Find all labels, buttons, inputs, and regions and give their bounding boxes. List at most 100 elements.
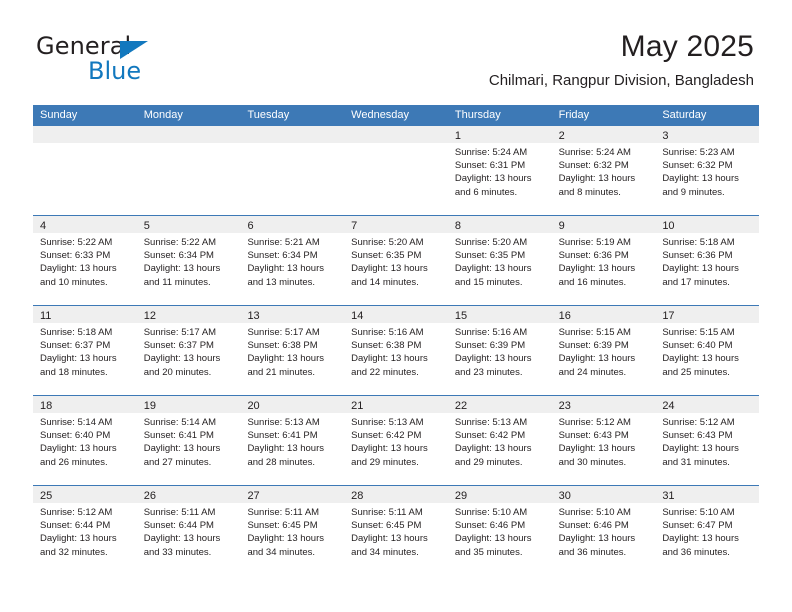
day-number-band: 27	[240, 486, 345, 503]
calendar-day-cell[interactable]: 3 Sunrise: 5:23 AM Sunset: 6:32 PM Daylight…	[655, 126, 760, 215]
day-number: 16	[558, 310, 571, 322]
sunrise-text: Sunrise: 5:12 AM	[40, 507, 113, 518]
sunset-text: Sunset: 6:45 PM	[351, 520, 422, 532]
calendar-day-cell[interactable]: 24 Sunrise: 5:12 AM Sunset: 6:43 PM Dayligh…	[655, 396, 760, 485]
day-sun-info: Sunrise: 5:10 AM Sunset: 6:46 PM Daylight:…	[552, 503, 656, 559]
daylight-text-line1: Daylight: 13 hours	[454, 533, 532, 545]
day-number: 8	[454, 220, 461, 232]
sunrise-text: Sunrise: 5:15 AM	[558, 327, 631, 338]
day-number-band: 2	[551, 126, 656, 143]
calendar-day-cell[interactable]: 27 Sunrise: 5:11 AM Sunset: 6:45 PM Dayligh…	[240, 486, 345, 575]
brand-logo[interactable]: General Blue	[36, 33, 266, 85]
sunrise-text: Sunrise: 5:24 AM	[454, 147, 528, 158]
calendar-day-cell[interactable]: 7 Sunrise: 5:20 AM Sunset: 6:35 PM Daylight…	[344, 216, 448, 305]
day-number-band: 8	[447, 216, 552, 233]
calendar-day-cell-empty	[240, 126, 345, 215]
daylight-text-line1: Daylight: 13 hours	[454, 263, 532, 275]
day-sun-info: Sunrise: 5:12 AM Sunset: 6:44 PM Daylight:…	[33, 503, 137, 559]
sunrise-text: Sunrise: 5:10 AM	[662, 507, 735, 518]
day-sun-info: Sunrise: 5:13 AM Sunset: 6:41 PM Daylight:…	[240, 413, 344, 469]
daylight-text-line2: and 15 minutes.	[454, 276, 523, 288]
sunset-text: Sunset: 6:42 PM	[454, 430, 526, 442]
day-number-band: 22	[447, 396, 552, 413]
calendar-day-cell[interactable]: 11 Sunrise: 5:18 AM Sunset: 6:37 PM Dayligh…	[33, 306, 137, 395]
daylight-text-line1: Daylight: 13 hours	[558, 443, 636, 455]
sunrise-text: Sunrise: 5:11 AM	[351, 507, 423, 518]
daylight-text-line1: Daylight: 13 hours	[558, 353, 636, 365]
calendar-day-cell[interactable]: 29 Sunrise: 5:10 AM Sunset: 6:46 PM Dayligh…	[447, 486, 552, 575]
day-number-band: 1	[447, 126, 552, 143]
calendar-day-cell[interactable]: 28 Sunrise: 5:11 AM Sunset: 6:45 PM Dayligh…	[344, 486, 448, 575]
daylight-text-line1: Daylight: 13 hours	[662, 533, 739, 545]
calendar-day-cell[interactable]: 18 Sunrise: 5:14 AM Sunset: 6:40 PM Dayligh…	[33, 396, 137, 485]
day-sun-info: Sunrise: 5:23 AM Sunset: 6:32 PM Daylight:…	[655, 143, 759, 199]
daylight-text-line2: and 16 minutes.	[558, 276, 627, 288]
day-number-band	[240, 126, 345, 143]
calendar-day-cell[interactable]: 10 Sunrise: 5:18 AM Sunset: 6:36 PM Dayligh…	[655, 216, 760, 305]
sunset-text: Sunset: 6:37 PM	[143, 340, 214, 352]
calendar-day-cell[interactable]: 25 Sunrise: 5:12 AM Sunset: 6:44 PM Dayligh…	[33, 486, 137, 575]
sunset-text: Sunset: 6:38 PM	[247, 340, 318, 352]
calendar-day-cell[interactable]: 30 Sunrise: 5:10 AM Sunset: 6:46 PM Dayligh…	[551, 486, 656, 575]
day-number-band: 25	[33, 486, 137, 503]
calendar-day-cell[interactable]: 15 Sunrise: 5:16 AM Sunset: 6:39 PM Dayligh…	[447, 306, 552, 395]
day-sun-info: Sunrise: 5:11 AM Sunset: 6:44 PM Daylight:…	[137, 503, 241, 559]
sunrise-text: Sunrise: 5:10 AM	[454, 507, 528, 518]
calendar-week-row: 25 Sunrise: 5:12 AM Sunset: 6:44 PM Dayligh…	[33, 485, 760, 575]
calendar-day-cell[interactable]: 13 Sunrise: 5:17 AM Sunset: 6:38 PM Dayligh…	[240, 306, 345, 395]
day-number-band: 15	[447, 306, 552, 323]
day-sun-info: Sunrise: 5:14 AM Sunset: 6:40 PM Daylight:…	[33, 413, 137, 469]
day-number: 22	[454, 400, 468, 412]
day-number: 18	[40, 400, 53, 412]
daylight-text-line2: and 21 minutes.	[247, 366, 316, 378]
day-number: 3	[662, 130, 669, 142]
calendar-weeks: 1 Sunrise: 5:24 AM Sunset: 6:31 PM Daylight…	[33, 126, 760, 575]
sunset-text: Sunset: 6:32 PM	[558, 160, 629, 172]
calendar-day-cell[interactable]: 23 Sunrise: 5:12 AM Sunset: 6:43 PM Dayligh…	[551, 396, 656, 485]
daylight-text-line2: and 25 minutes.	[662, 366, 730, 378]
calendar-day-cell[interactable]: 26 Sunrise: 5:11 AM Sunset: 6:44 PM Dayligh…	[136, 486, 241, 575]
day-number-band: 14	[344, 306, 448, 323]
day-number-band: 20	[240, 396, 345, 413]
day-sun-info: Sunrise: 5:24 AM Sunset: 6:31 PM Daylight:…	[448, 143, 552, 199]
calendar-day-cell[interactable]: 8 Sunrise: 5:20 AM Sunset: 6:35 PM Daylight…	[447, 216, 552, 305]
sunset-text: Sunset: 6:34 PM	[143, 250, 214, 262]
day-sun-info: Sunrise: 5:18 AM Sunset: 6:37 PM Daylight:…	[33, 323, 137, 379]
day-sun-info: Sunrise: 5:20 AM Sunset: 6:35 PM Daylight:…	[448, 233, 552, 289]
calendar-day-cell[interactable]: 4 Sunrise: 5:22 AM Sunset: 6:33 PM Daylight…	[33, 216, 137, 305]
sunset-text: Sunset: 6:37 PM	[40, 340, 111, 352]
calendar-day-cell[interactable]: 1 Sunrise: 5:24 AM Sunset: 6:31 PM Daylight…	[447, 126, 552, 215]
sunset-text: Sunset: 6:44 PM	[40, 520, 111, 532]
calendar-day-cell[interactable]: 5 Sunrise: 5:22 AM Sunset: 6:34 PM Daylight…	[136, 216, 241, 305]
calendar-day-cell[interactable]: 9 Sunrise: 5:19 AM Sunset: 6:36 PM Daylight…	[551, 216, 656, 305]
day-sun-info: Sunrise: 5:12 AM Sunset: 6:43 PM Daylight:…	[655, 413, 759, 469]
calendar-day-cell[interactable]: 21 Sunrise: 5:13 AM Sunset: 6:42 PM Dayligh…	[344, 396, 448, 485]
calendar-day-cell[interactable]: 19 Sunrise: 5:14 AM Sunset: 6:41 PM Dayligh…	[136, 396, 241, 485]
calendar-day-cell[interactable]: 31 Sunrise: 5:10 AM Sunset: 6:47 PM Dayligh…	[655, 486, 760, 575]
calendar-day-cell[interactable]: 17 Sunrise: 5:15 AM Sunset: 6:40 PM Dayligh…	[655, 306, 760, 395]
daylight-text-line2: and 27 minutes.	[143, 456, 212, 468]
calendar-day-cell[interactable]: 20 Sunrise: 5:13 AM Sunset: 6:41 PM Dayligh…	[240, 396, 345, 485]
daylight-text-line1: Daylight: 13 hours	[40, 533, 117, 545]
calendar-week-row: 4 Sunrise: 5:22 AM Sunset: 6:33 PM Daylight…	[33, 215, 760, 305]
sunset-text: Sunset: 6:35 PM	[351, 250, 422, 262]
calendar-day-cell[interactable]: 22 Sunrise: 5:13 AM Sunset: 6:42 PM Dayligh…	[447, 396, 552, 485]
day-number-band: 10	[655, 216, 760, 233]
day-sun-info: Sunrise: 5:24 AM Sunset: 6:32 PM Daylight:…	[552, 143, 656, 199]
daylight-text-line2: and 35 minutes.	[454, 546, 523, 558]
day-number: 5	[143, 220, 150, 232]
day-sun-info: Sunrise: 5:21 AM Sunset: 6:34 PM Daylight:…	[240, 233, 344, 289]
daylight-text-line1: Daylight: 13 hours	[40, 263, 117, 275]
calendar-page: General Blue May 2025 Chilmari, Rangpur …	[0, 0, 792, 612]
day-number: 28	[351, 490, 364, 502]
title-block: May 2025 Chilmari, Rangpur Division, Ban…	[489, 30, 754, 90]
sunset-text: Sunset: 6:47 PM	[662, 520, 733, 532]
day-sun-info: Sunrise: 5:11 AM Sunset: 6:45 PM Daylight:…	[240, 503, 344, 559]
day-number: 17	[662, 310, 675, 322]
calendar-day-cell[interactable]: 2 Sunrise: 5:24 AM Sunset: 6:32 PM Daylight…	[551, 126, 656, 215]
sunset-text: Sunset: 6:40 PM	[662, 340, 733, 352]
calendar-day-cell[interactable]: 16 Sunrise: 5:15 AM Sunset: 6:39 PM Dayligh…	[551, 306, 656, 395]
calendar-day-cell[interactable]: 14 Sunrise: 5:16 AM Sunset: 6:38 PM Dayligh…	[344, 306, 448, 395]
calendar-day-cell[interactable]: 12 Sunrise: 5:17 AM Sunset: 6:37 PM Dayligh…	[136, 306, 241, 395]
calendar-day-cell[interactable]: 6 Sunrise: 5:21 AM Sunset: 6:34 PM Daylight…	[240, 216, 345, 305]
